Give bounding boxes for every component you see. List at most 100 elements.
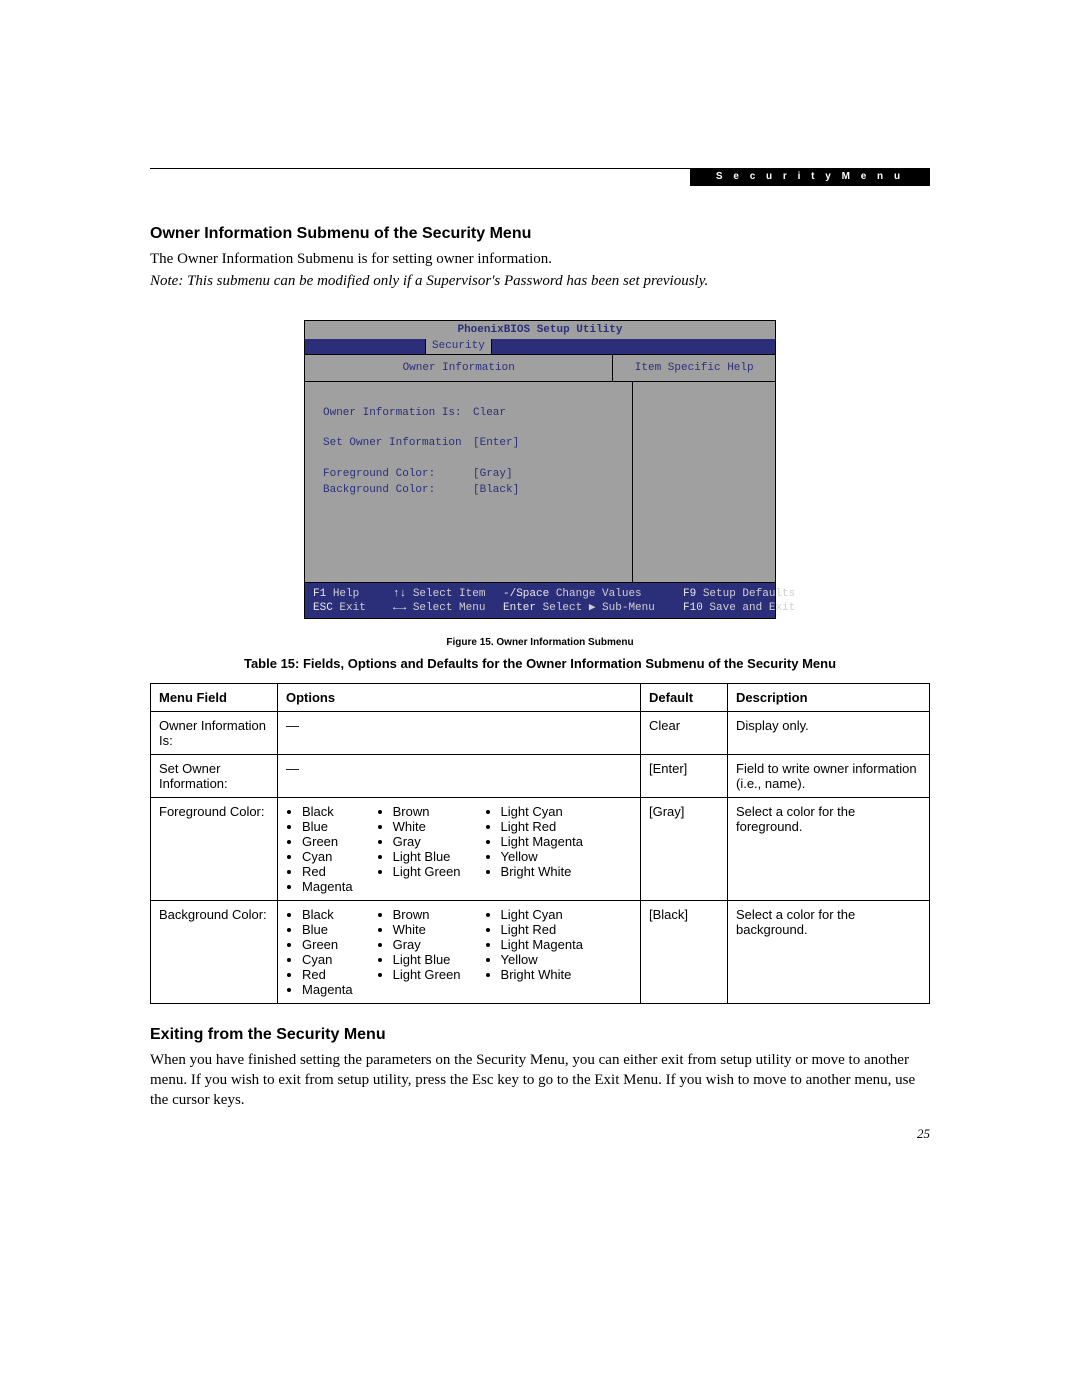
bios-label: Background Color: xyxy=(323,483,473,497)
option-item: Light Cyan xyxy=(501,907,583,922)
table-row: Set Owner Information:—[Enter]Field to w… xyxy=(151,754,930,797)
option-item: Red xyxy=(302,967,353,982)
option-item: White xyxy=(393,819,461,834)
bios-key: Enter xyxy=(503,602,536,614)
cell-menu-field: Set Owner Information: xyxy=(151,754,278,797)
bios-column-header-right: Item Specific Help xyxy=(613,355,775,381)
table-row: Foreground Color:BlackBlueGreenCyanRedMa… xyxy=(151,797,930,900)
bios-key: ↑↓ xyxy=(393,588,406,600)
option-item: Green xyxy=(302,834,353,849)
bios-key-desc: Setup Defaults xyxy=(703,588,795,600)
cell-options: BlackBlueGreenCyanRedMagentaBrownWhiteGr… xyxy=(278,900,641,1003)
table-row: Background Color:BlackBlueGreenCyanRedMa… xyxy=(151,900,930,1003)
cell-menu-field: Owner Information Is: xyxy=(151,711,278,754)
cell-menu-field: Background Color: xyxy=(151,900,278,1003)
cell-default: [Enter] xyxy=(641,754,728,797)
bios-key: F10 xyxy=(683,602,703,614)
page-number: 25 xyxy=(917,1126,930,1142)
exiting-paragraph: When you have finished setting the param… xyxy=(150,1050,930,1111)
cell-default: [Gray] xyxy=(641,797,728,900)
bios-settings-pane: Owner Information Is: Clear Set Owner In… xyxy=(305,382,633,582)
intro-paragraph-1: The Owner Information Submenu is for set… xyxy=(150,249,930,269)
option-item: Light Red xyxy=(501,819,583,834)
option-item: White xyxy=(393,922,461,937)
bios-value: Clear xyxy=(473,406,506,420)
option-item: Gray xyxy=(393,834,461,849)
option-item: Red xyxy=(302,864,353,879)
bios-key: F9 xyxy=(683,588,696,600)
bios-key-desc: Help xyxy=(333,588,359,600)
table-title: Table 15: Fields, Options and Defaults f… xyxy=(150,656,930,671)
option-item: Light Magenta xyxy=(501,937,583,952)
bios-key: F1 xyxy=(313,588,326,600)
option-item: Black xyxy=(302,804,353,819)
bios-key: -/Space xyxy=(503,588,549,600)
cell-options: BlackBlueGreenCyanRedMagenta BrownWhiteGr… xyxy=(278,797,641,900)
cell-options: — xyxy=(278,711,641,754)
bios-label: Foreground Color: xyxy=(323,467,473,481)
bios-keybar: F1 Help ↑↓ Select Item -/Space Change Va… xyxy=(305,583,775,618)
bios-menubar: Security xyxy=(305,339,775,354)
bios-key-desc: Change Values xyxy=(556,588,642,600)
bios-key-desc: Exit xyxy=(339,602,365,614)
bios-key: ←→ xyxy=(393,602,406,614)
bios-key-desc: Select Menu xyxy=(413,602,486,614)
option-item: Light Green xyxy=(393,864,461,879)
option-item: Yellow xyxy=(501,952,583,967)
option-item: Brown xyxy=(393,804,461,819)
option-item: Black xyxy=(302,907,353,922)
option-item: Light Red xyxy=(501,922,583,937)
bios-key: ESC xyxy=(313,602,333,614)
option-item: Green xyxy=(302,937,353,952)
option-item: Magenta xyxy=(302,879,353,894)
option-item: Light Blue xyxy=(393,952,461,967)
cell-options: — xyxy=(278,754,641,797)
option-item: Bright White xyxy=(501,864,583,879)
bios-help-pane xyxy=(633,382,775,582)
bios-label: Set Owner Information xyxy=(323,436,473,450)
bios-key-desc: Select ▶ Sub-Menu xyxy=(543,602,655,614)
bios-key-desc: Save and Exit xyxy=(709,602,795,614)
bios-panel: PhoenixBIOS Setup Utility Security Owner… xyxy=(304,320,776,619)
th-menu-field: Menu Field xyxy=(151,683,278,711)
bios-key-desc: Select Item xyxy=(413,588,486,600)
cell-default: Clear xyxy=(641,711,728,754)
table-row: Owner Information Is:—ClearDisplay only. xyxy=(151,711,930,754)
bios-row-set-owner-info[interactable]: Set Owner Information [Enter] xyxy=(323,436,614,450)
cell-default: [Black] xyxy=(641,900,728,1003)
th-options: Options xyxy=(278,683,641,711)
th-default: Default xyxy=(641,683,728,711)
figure-caption: Figure 15. Owner Information Submenu xyxy=(150,637,930,648)
option-item: Light Blue xyxy=(393,849,461,864)
option-item: Brown xyxy=(393,907,461,922)
option-item: Cyan xyxy=(302,849,353,864)
option-item: Bright White xyxy=(501,967,583,982)
bios-value: [Gray] xyxy=(473,467,513,481)
bios-value: [Black] xyxy=(473,483,519,497)
bios-column-header-left: Owner Information xyxy=(305,355,613,381)
bios-row-owner-info-is: Owner Information Is: Clear xyxy=(323,406,614,420)
option-item: Blue xyxy=(302,819,353,834)
heading-owner-info-submenu: Owner Information Submenu of the Securit… xyxy=(150,225,930,243)
cell-description: Select a color for the background. xyxy=(728,900,930,1003)
intro-paragraph-note: Note: This submenu can be modified only … xyxy=(150,271,930,291)
cell-description: Display only. xyxy=(728,711,930,754)
bios-label: Owner Information Is: xyxy=(323,406,473,420)
bios-row-foreground-color[interactable]: Foreground Color: [Gray] xyxy=(323,467,614,481)
bios-title: PhoenixBIOS Setup Utility xyxy=(305,321,775,339)
bios-tab-security[interactable]: Security xyxy=(425,339,492,354)
bios-value: [Enter] xyxy=(473,436,519,450)
cell-description: Field to write owner information (i.e., … xyxy=(728,754,930,797)
option-item: Light Magenta xyxy=(501,834,583,849)
cell-menu-field: Foreground Color: xyxy=(151,797,278,900)
option-item: Yellow xyxy=(501,849,583,864)
option-item: Light Green xyxy=(393,967,461,982)
fields-table: Menu Field Options Default Description O… xyxy=(150,683,930,1004)
option-item: Light Cyan xyxy=(501,804,583,819)
bios-row-background-color[interactable]: Background Color: [Black] xyxy=(323,483,614,497)
option-item: Magenta xyxy=(302,982,353,997)
table-header-row: Menu Field Options Default Description xyxy=(151,683,930,711)
header-tab-security-menu: S e c u r i t y M e n u xyxy=(690,168,930,186)
option-item: Blue xyxy=(302,922,353,937)
cell-description: Select a color for the foreground. xyxy=(728,797,930,900)
